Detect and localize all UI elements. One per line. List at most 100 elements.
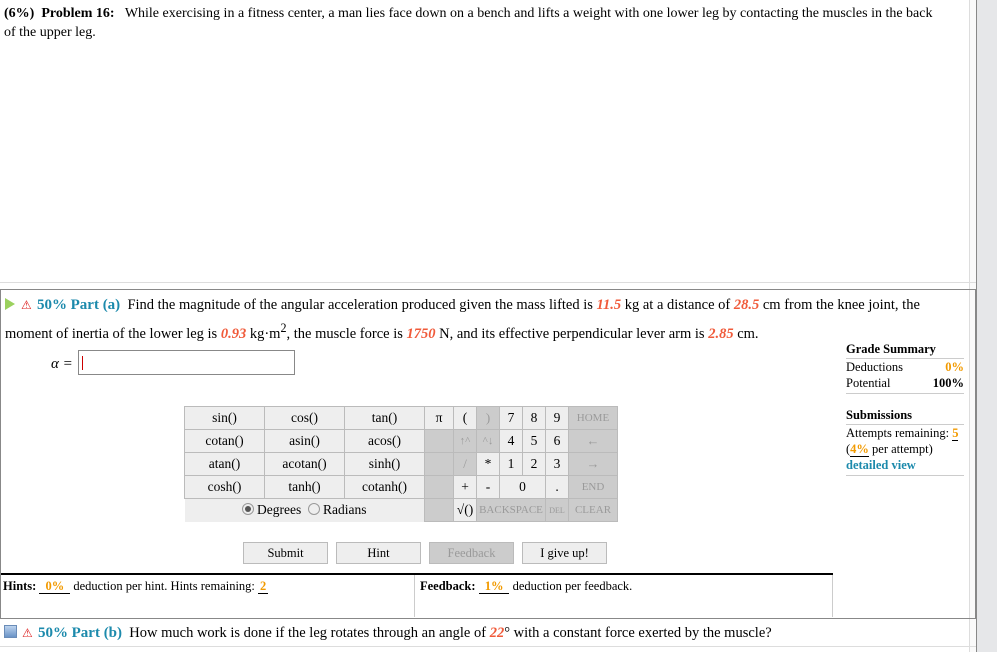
attempts-value: 5 xyxy=(952,426,959,441)
text-caret xyxy=(82,356,83,370)
part-b-percent: 50% xyxy=(38,625,68,641)
key-left-arrow[interactable]: ← xyxy=(568,429,618,453)
given-angle: 22 xyxy=(489,625,505,641)
feedback-button[interactable]: Feedback xyxy=(429,542,514,564)
question-text: kg·m xyxy=(246,325,281,342)
grade-summary-title: Grade Summary xyxy=(846,342,964,359)
part-b-label: Part (b) xyxy=(71,625,123,641)
key-pi[interactable]: π xyxy=(424,406,454,430)
given-mass: 11.5 xyxy=(596,297,622,313)
key-up[interactable]: ↑^ xyxy=(453,429,477,453)
key-home[interactable]: HOME xyxy=(568,406,618,430)
hints-remaining: 2 xyxy=(258,579,269,594)
key-tan[interactable]: tan() xyxy=(344,406,425,430)
key-cotanh[interactable]: cotanh() xyxy=(344,475,425,499)
key-5[interactable]: 5 xyxy=(522,429,546,453)
key-9[interactable]: 9 xyxy=(545,406,569,430)
degrees-label: Degrees xyxy=(257,502,302,518)
key-8[interactable]: 8 xyxy=(522,406,546,430)
question-text: How much work is done if the leg rotates… xyxy=(129,625,490,641)
key-rparen[interactable]: ) xyxy=(476,406,500,430)
key-del[interactable]: DEL xyxy=(545,498,569,522)
divider xyxy=(0,282,976,283)
question-text: N, and its effective perpendicular lever… xyxy=(435,325,709,342)
expand-triangle-icon[interactable] xyxy=(5,298,15,310)
key-3[interactable]: 3 xyxy=(545,452,569,476)
key-1[interactable]: 1 xyxy=(499,452,523,476)
key-0[interactable]: 0 xyxy=(499,475,546,499)
key-tanh[interactable]: tanh() xyxy=(264,475,345,499)
per-attempt-text: per attempt) xyxy=(868,442,933,456)
key-down[interactable]: ^↓ xyxy=(476,429,500,453)
grade-summary: Grade Summary Deductions 0% Potential 100%… xyxy=(846,342,964,476)
key-cosh[interactable]: cosh() xyxy=(184,475,265,499)
radians-radio[interactable] xyxy=(307,503,320,516)
attempts-label: Attempts remaining: xyxy=(846,426,950,440)
scrollbar[interactable] xyxy=(976,0,997,652)
deductions-label: Deductions xyxy=(846,360,903,374)
key-acotan[interactable]: acotan() xyxy=(264,452,345,476)
hint-button[interactable]: Hint xyxy=(336,542,421,564)
key-7[interactable]: 7 xyxy=(499,406,523,430)
feedback-deduction: 1% xyxy=(478,579,510,594)
key-plus[interactable]: + xyxy=(453,475,477,499)
angle-mode: Degrees Radians xyxy=(184,498,425,522)
key-blank xyxy=(424,475,454,499)
key-2[interactable]: 2 xyxy=(522,452,546,476)
question-text: ° with a constant force exerted by the m… xyxy=(504,625,772,641)
detailed-view-link[interactable]: detailed view xyxy=(846,458,916,472)
action-buttons: Submit Hint Feedback I give up! xyxy=(243,542,607,564)
warning-icon: ⚠ xyxy=(22,626,33,640)
key-acos[interactable]: acos() xyxy=(344,429,425,453)
part-a-panel: ⚠ 50% Part (a) Find the magnitude of the … xyxy=(0,289,977,619)
key-blank xyxy=(424,498,454,522)
given-distance: 28.5 xyxy=(733,297,760,313)
key-6[interactable]: 6 xyxy=(545,429,569,453)
degrees-radio[interactable] xyxy=(242,503,254,516)
key-sqrt[interactable]: √() xyxy=(453,498,477,522)
question-text: Find the magnitude of the angular accele… xyxy=(127,297,597,313)
give-up-button[interactable]: I give up! xyxy=(522,542,607,564)
key-divide[interactable]: / xyxy=(453,452,477,476)
divider xyxy=(0,646,976,647)
part-a-header: ⚠ 50% Part (a) Find the magnitude of the … xyxy=(5,294,965,346)
hints-label: Hints: xyxy=(3,579,37,593)
key-asin[interactable]: asin() xyxy=(264,429,345,453)
key-multiply[interactable]: * xyxy=(476,452,500,476)
answer-input[interactable] xyxy=(78,350,295,375)
calculator-keypad: sin() cos() tan() π ( ) 7 8 9 HOME cotan… xyxy=(184,406,618,522)
key-cotan[interactable]: cotan() xyxy=(184,429,265,453)
key-lparen[interactable]: ( xyxy=(453,406,477,430)
submit-button[interactable]: Submit xyxy=(243,542,328,564)
deductions-value: 0% xyxy=(945,360,964,374)
key-cos[interactable]: cos() xyxy=(264,406,345,430)
key-sin[interactable]: sin() xyxy=(184,406,265,430)
per-attempt-value: 4% xyxy=(850,442,869,457)
key-clear[interactable]: CLEAR xyxy=(568,498,618,522)
part-a-percent: 50% xyxy=(37,297,67,313)
feedback-panel: Feedback: 1% deduction per feedback. xyxy=(418,575,833,617)
key-4[interactable]: 4 xyxy=(499,429,523,453)
radians-label: Radians xyxy=(322,502,367,518)
key-right-arrow[interactable]: → xyxy=(568,452,618,476)
question-text: , the muscle force is xyxy=(286,325,407,342)
key-backspace[interactable]: BACKSPACE xyxy=(476,498,546,522)
answer-label: α = xyxy=(51,356,73,372)
key-atan[interactable]: atan() xyxy=(184,452,265,476)
question-text: cm. xyxy=(733,325,759,342)
key-blank xyxy=(424,452,454,476)
feedback-label: Feedback: xyxy=(420,579,476,593)
part-b-header: ⚠ 50% Part (b) How much work is done if t… xyxy=(4,621,964,645)
part-a-label: Part (a) xyxy=(70,297,121,313)
problem-number: Problem 16: xyxy=(41,6,115,21)
key-minus[interactable]: - xyxy=(476,475,500,499)
given-lever-arm: 2.85 xyxy=(708,325,734,342)
hints-panel: Hints: 0% deduction per hint. Hints rema… xyxy=(1,575,415,617)
potential-label: Potential xyxy=(846,376,891,390)
key-dot[interactable]: . xyxy=(545,475,569,499)
problem-statement: (6%) Problem 16: While exercising in a f… xyxy=(4,4,934,42)
key-sinh[interactable]: sinh() xyxy=(344,452,425,476)
key-end[interactable]: END xyxy=(568,475,618,499)
given-force: 1750 xyxy=(406,325,436,342)
collapsed-box-icon[interactable] xyxy=(4,625,17,638)
